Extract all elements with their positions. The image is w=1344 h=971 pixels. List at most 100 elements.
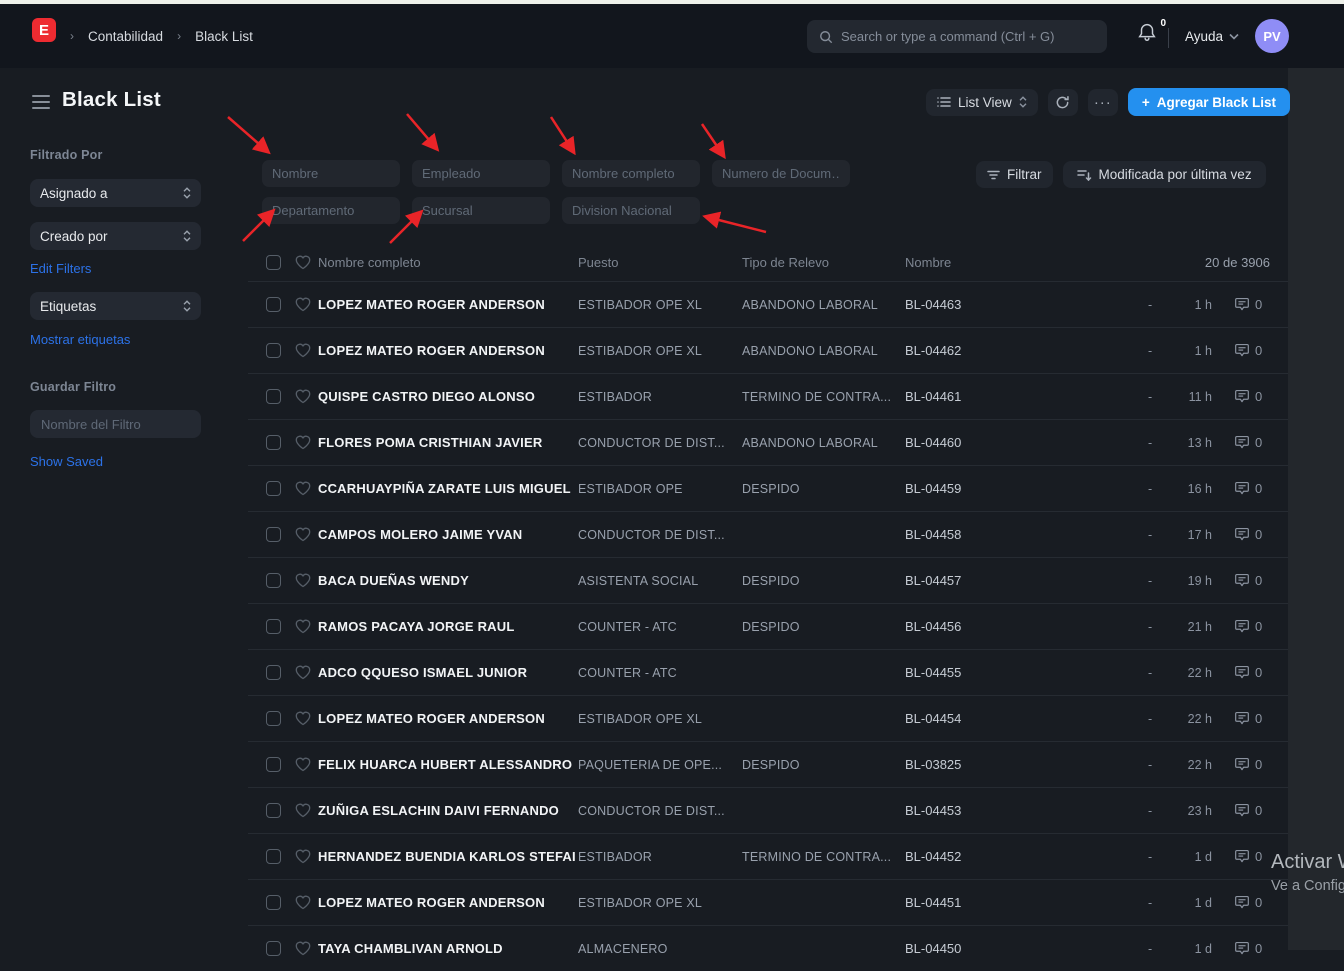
row-comments[interactable]: 0	[1234, 803, 1270, 818]
table-row[interactable]: ZUÑIGA ESLACHIN DAIVI FERNANDO CONDUCTOR…	[248, 787, 1288, 833]
row-full-name[interactable]: LOPEZ MATEO ROGER ANDERSON	[318, 711, 578, 726]
favorite-icon[interactable]	[295, 803, 311, 818]
created-by-select[interactable]: Creado por	[30, 222, 201, 250]
notifications-button[interactable]: 0	[1136, 20, 1166, 52]
row-checkbox[interactable]	[266, 665, 281, 680]
table-row[interactable]: LOPEZ MATEO ROGER ANDERSON ESTIBADOR OPE…	[248, 327, 1288, 373]
filter-nombre-input[interactable]	[262, 160, 400, 187]
row-document-id[interactable]: BL-04458	[905, 527, 1025, 542]
favorite-icon[interactable]	[295, 895, 311, 910]
row-comments[interactable]: 0	[1234, 941, 1270, 956]
row-checkbox[interactable]	[266, 895, 281, 910]
row-document-id[interactable]: BL-04456	[905, 619, 1025, 634]
filter-departamento-input[interactable]	[262, 197, 400, 224]
row-comments[interactable]: 0	[1234, 297, 1270, 312]
row-full-name[interactable]: CAMPOS MOLERO JAIME YVAN	[318, 527, 578, 542]
favorite-column-icon[interactable]	[295, 255, 311, 270]
filter-numero-documento-input[interactable]	[712, 160, 850, 187]
row-full-name[interactable]: TAYA CHAMBLIVAN ARNOLD	[318, 941, 578, 956]
favorite-icon[interactable]	[295, 573, 311, 588]
row-full-name[interactable]: ZUÑIGA ESLACHIN DAIVI FERNANDO	[318, 803, 578, 818]
select-all-checkbox[interactable]	[266, 255, 281, 270]
row-checkbox[interactable]	[266, 389, 281, 404]
row-comments[interactable]: 0	[1234, 619, 1270, 634]
global-search-input[interactable]: Search or type a command (Ctrl + G)	[807, 20, 1107, 53]
breadcrumb-contabilidad[interactable]: Contabilidad	[88, 29, 163, 44]
row-document-id[interactable]: BL-04460	[905, 435, 1025, 450]
row-document-id[interactable]: BL-04450	[905, 941, 1025, 956]
table-row[interactable]: LOPEZ MATEO ROGER ANDERSON ESTIBADOR OPE…	[248, 879, 1288, 925]
tags-select[interactable]: Etiquetas	[30, 292, 201, 320]
table-row[interactable]: FELIX HUARCA HUBERT ALESSANDRO PAQUETERI…	[248, 741, 1288, 787]
row-checkbox[interactable]	[266, 619, 281, 634]
row-document-id[interactable]: BL-04459	[905, 481, 1025, 496]
row-document-id[interactable]: BL-04453	[905, 803, 1025, 818]
row-checkbox[interactable]	[266, 849, 281, 864]
row-full-name[interactable]: RAMOS PACAYA JORGE RAUL	[318, 619, 578, 634]
row-checkbox[interactable]	[266, 481, 281, 496]
row-full-name[interactable]: LOPEZ MATEO ROGER ANDERSON	[318, 297, 578, 312]
filter-sucursal-input[interactable]	[412, 197, 550, 224]
row-comments[interactable]: 0	[1234, 573, 1270, 588]
edit-filters-link[interactable]: Edit Filters	[30, 261, 91, 276]
filter-division-nacional-input[interactable]	[562, 197, 700, 224]
header-puesto[interactable]: Puesto	[578, 255, 742, 270]
favorite-icon[interactable]	[295, 297, 311, 312]
table-row[interactable]: HERNANDEZ BUENDIA KARLOS STEFAI ESTIBADO…	[248, 833, 1288, 879]
row-comments[interactable]: 0	[1234, 849, 1270, 864]
row-document-id[interactable]: BL-04454	[905, 711, 1025, 726]
favorite-icon[interactable]	[295, 757, 311, 772]
row-document-id[interactable]: BL-03825	[905, 757, 1025, 772]
header-nombre-completo[interactable]: Nombre completo	[318, 255, 578, 270]
filter-button[interactable]: Filtrar	[976, 161, 1053, 188]
row-checkbox[interactable]	[266, 711, 281, 726]
more-options-button[interactable]: ···	[1088, 89, 1118, 116]
filter-empleado-input[interactable]	[412, 160, 550, 187]
sidebar-toggle-icon[interactable]	[32, 95, 50, 109]
row-document-id[interactable]: BL-04455	[905, 665, 1025, 680]
table-row[interactable]: CCARHUAYPIÑA ZARATE LUIS MIGUEL ESTIBADO…	[248, 465, 1288, 511]
row-full-name[interactable]: QUISPE CASTRO DIEGO ALONSO	[318, 389, 578, 404]
row-full-name[interactable]: BACA DUEÑAS WENDY	[318, 573, 578, 588]
add-black-list-button[interactable]: + Agregar Black List	[1128, 88, 1290, 116]
row-checkbox[interactable]	[266, 757, 281, 772]
show-tags-link[interactable]: Mostrar etiquetas	[30, 332, 130, 347]
row-checkbox[interactable]	[266, 435, 281, 450]
favorite-icon[interactable]	[295, 619, 311, 634]
table-row[interactable]: LOPEZ MATEO ROGER ANDERSON ESTIBADOR OPE…	[248, 695, 1288, 741]
view-selector-button[interactable]: List View	[926, 89, 1038, 116]
header-tipo-de-relevo[interactable]: Tipo de Relevo	[742, 255, 905, 270]
sort-button[interactable]: Modificada por última vez	[1063, 161, 1266, 188]
row-full-name[interactable]: FELIX HUARCA HUBERT ALESSANDRO	[318, 757, 578, 772]
assigned-to-select[interactable]: Asignado a	[30, 179, 201, 207]
row-document-id[interactable]: BL-04452	[905, 849, 1025, 864]
breadcrumb-black-list[interactable]: Black List	[195, 29, 253, 44]
favorite-icon[interactable]	[295, 711, 311, 726]
favorite-icon[interactable]	[295, 527, 311, 542]
favorite-icon[interactable]	[295, 343, 311, 358]
row-document-id[interactable]: BL-04451	[905, 895, 1025, 910]
favorite-icon[interactable]	[295, 665, 311, 680]
row-comments[interactable]: 0	[1234, 527, 1270, 542]
row-full-name[interactable]: HERNANDEZ BUENDIA KARLOS STEFAI	[318, 849, 578, 864]
row-checkbox[interactable]	[266, 941, 281, 956]
row-document-id[interactable]: BL-04457	[905, 573, 1025, 588]
favorite-icon[interactable]	[295, 389, 311, 404]
table-row[interactable]: ADCO QQUESO ISMAEL JUNIOR COUNTER - ATC …	[248, 649, 1288, 695]
favorite-icon[interactable]	[295, 849, 311, 864]
row-comments[interactable]: 0	[1234, 757, 1270, 772]
row-full-name[interactable]: LOPEZ MATEO ROGER ANDERSON	[318, 895, 578, 910]
refresh-button[interactable]	[1048, 89, 1078, 116]
row-checkbox[interactable]	[266, 803, 281, 818]
row-comments[interactable]: 0	[1234, 343, 1270, 358]
favorite-icon[interactable]	[295, 941, 311, 956]
row-checkbox[interactable]	[266, 527, 281, 542]
row-comments[interactable]: 0	[1234, 435, 1270, 450]
row-checkbox[interactable]	[266, 573, 281, 588]
table-row[interactable]: CAMPOS MOLERO JAIME YVAN CONDUCTOR DE DI…	[248, 511, 1288, 557]
app-logo[interactable]: E	[32, 18, 56, 42]
favorite-icon[interactable]	[295, 481, 311, 496]
row-comments[interactable]: 0	[1234, 481, 1270, 496]
row-full-name[interactable]: CCARHUAYPIÑA ZARATE LUIS MIGUEL	[318, 481, 578, 496]
row-full-name[interactable]: FLORES POMA CRISTHIAN JAVIER	[318, 435, 578, 450]
